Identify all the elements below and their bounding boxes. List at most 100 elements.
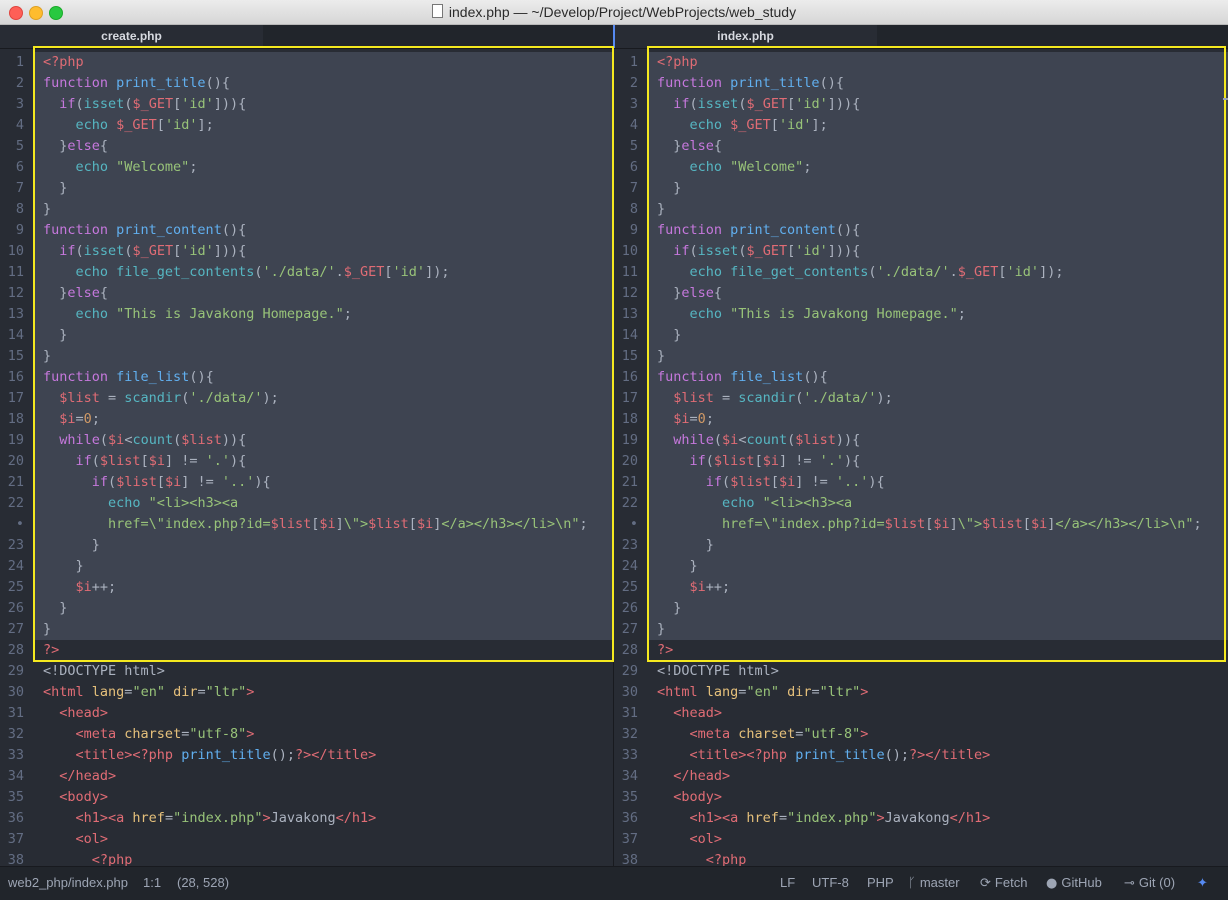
code-line[interactable]: echo file_get_contents('./data/'.$_GET['… [648,262,1228,283]
code-line[interactable]: <body> [34,787,613,808]
code-line[interactable]: </head> [34,766,613,787]
code-line[interactable]: function print_title(){ [648,73,1228,94]
code-line[interactable]: function print_title(){ [34,73,613,94]
code-line[interactable]: <h1><a href="index.php">Javakong</h1> [34,808,613,829]
code-line[interactable]: } [34,598,613,619]
code-line[interactable]: <meta charset="utf-8"> [648,724,1228,745]
code-line[interactable]: } [648,619,1228,640]
code-line[interactable]: $i=0; [648,409,1228,430]
code-area[interactable]: <?php function print_title(){ if(isset($_… [648,49,1228,866]
status-fetch[interactable]: ⟳ Fetch [980,867,1027,900]
code-line[interactable]: href=\"index.php?id=$list[$i]\">$list[$i… [34,514,613,535]
code-line[interactable]: <?php [648,850,1228,866]
code-line[interactable]: } [648,199,1228,220]
status-selection-count[interactable]: (28, 528) [177,867,229,900]
code-line[interactable]: </head> [648,766,1228,787]
code-line[interactable]: } [34,199,613,220]
code-line[interactable]: echo "This is Javakong Homepage."; [34,304,613,325]
code-line[interactable]: if(isset($_GET['id'])){ [648,94,1228,115]
tab-create-php[interactable]: create.php [0,25,263,48]
code-line[interactable]: echo $_GET['id']; [648,115,1228,136]
code-line[interactable]: <head> [648,703,1228,724]
code-line[interactable]: <?php [34,52,613,73]
code-line[interactable]: echo "Welcome"; [34,157,613,178]
code-line[interactable]: <?php [34,850,613,866]
code-line[interactable]: } [648,598,1228,619]
code-line[interactable]: echo file_get_contents('./data/'.$_GET['… [34,262,613,283]
left-editor-pane[interactable]: 1 2 3 4 5 6 7 8 9 10 11 12 13 14 15 16 17 18 19 20 21 22 • 23 24… [0,49,613,866]
status-file-path[interactable]: web2_php/index.php [8,867,128,900]
code-token: "utf-8" [803,726,861,742]
code-line[interactable]: <!DOCTYPE html> [648,661,1228,682]
code-line[interactable]: while($i<count($list)){ [648,430,1228,451]
code-token: > [860,726,869,742]
code-line[interactable]: while($i<count($list)){ [34,430,613,451]
status-cursor-position[interactable]: 1:1 [143,867,161,900]
code-line[interactable]: }else{ [34,136,613,157]
status-line-ending[interactable]: LF [780,867,795,900]
code-line[interactable]: echo "<li><h3><a [34,493,613,514]
code-line[interactable]: } [34,325,613,346]
right-editor-pane[interactable]: 1 2 3 4 5 6 7 8 9 10 11 12 13 14 15 16 17 18 19 20 21 22 • 23 24… [614,49,1228,866]
code-line[interactable]: }else{ [34,283,613,304]
code-line[interactable]: } [34,556,613,577]
code-line[interactable]: echo "This is Javakong Homepage."; [648,304,1228,325]
code-line[interactable]: function print_content(){ [648,220,1228,241]
code-token: $i [1030,516,1048,532]
code-line[interactable]: if($list[$i] != '..'){ [34,472,613,493]
code-line[interactable]: }else{ [648,136,1228,157]
code-line[interactable]: href=\"index.php?id=$list[$i]\">$list[$i… [648,514,1228,535]
code-line[interactable]: <ol> [34,829,613,850]
code-line[interactable]: }else{ [648,283,1228,304]
code-line[interactable]: if($list[$i] != '.'){ [34,451,613,472]
code-line[interactable]: if($list[$i] != '..'){ [648,472,1228,493]
code-line[interactable]: function file_list(){ [34,367,613,388]
code-line[interactable]: <title><?php print_title();?></title> [34,745,613,766]
code-line[interactable]: function file_list(){ [648,367,1228,388]
code-line[interactable]: echo "Welcome"; [648,157,1228,178]
code-area[interactable]: <?php function print_title(){ if(isset($_… [34,49,613,866]
code-line[interactable]: <html lang="en" dir="ltr"> [648,682,1228,703]
code-line[interactable]: } [648,178,1228,199]
code-line[interactable]: <h1><a href="index.php">Javakong</h1> [648,808,1228,829]
code-line[interactable]: function print_content(){ [34,220,613,241]
squirrel-icon[interactable]: ✦ [1197,867,1208,900]
code-line[interactable]: $i++; [648,577,1228,598]
code-line[interactable]: $list = scandir('./data/'); [648,388,1228,409]
code-line[interactable]: <html lang="en" dir="ltr"> [34,682,613,703]
code-line[interactable]: if(isset($_GET['id'])){ [34,94,613,115]
code-line[interactable]: <ol> [648,829,1228,850]
tab-index-php[interactable]: index.php [614,25,877,48]
code-line[interactable]: <head> [34,703,613,724]
code-line[interactable]: } [648,346,1228,367]
code-line[interactable]: if($list[$i] != '.'){ [648,451,1228,472]
code-line[interactable]: $list = scandir('./data/'); [34,388,613,409]
code-line[interactable]: } [34,178,613,199]
code-line[interactable]: $i=0; [34,409,613,430]
code-line[interactable]: <meta charset="utf-8"> [34,724,613,745]
code-line[interactable]: } [648,325,1228,346]
code-line[interactable]: <!DOCTYPE html> [34,661,613,682]
code-line[interactable]: } [648,535,1228,556]
code-line[interactable]: <body> [648,787,1228,808]
status-grammar[interactable]: PHP [867,867,894,900]
code-line[interactable]: ?> [648,640,1228,661]
code-line[interactable]: if(isset($_GET['id'])){ [648,241,1228,262]
code-line[interactable]: } [34,619,613,640]
code-line[interactable]: ?> [34,640,613,661]
code-line[interactable]: <title><?php print_title();?></title> [648,745,1228,766]
code-line[interactable]: echo $_GET['id']; [34,115,613,136]
code-line[interactable]: <?php [648,52,1228,73]
status-branch[interactable]: ᚴ master [908,867,960,900]
code-line[interactable]: $i++; [34,577,613,598]
status-encoding[interactable]: UTF-8 [812,867,849,900]
status-git[interactable]: ⊸ Git (0) [1124,867,1175,900]
code-line[interactable]: } [34,535,613,556]
code-line[interactable]: } [34,346,613,367]
code-token: { [99,138,109,154]
code-line[interactable]: if(isset($_GET['id'])){ [34,241,613,262]
code-line[interactable]: echo "<li><h3><a [648,493,1228,514]
code-line[interactable]: } [648,556,1228,577]
status-github[interactable]: ● GitHub [1046,867,1102,900]
